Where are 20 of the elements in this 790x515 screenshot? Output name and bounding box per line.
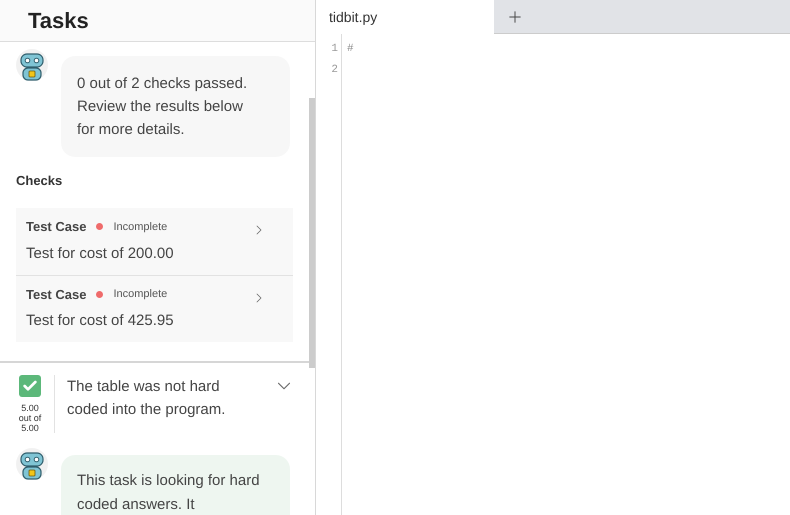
line-number: 2 (330, 63, 339, 78)
file-tab[interactable]: tidbit.py (316, 0, 494, 34)
check-label: Test Case (26, 286, 86, 304)
rubric-text: The table was not hard coded into the program. (67, 377, 226, 420)
code-line: # (347, 42, 354, 57)
feedback-message: 0 out of 2 checks passed. Review the results below for more details. (77, 74, 248, 140)
robot-avatar-icon (16, 447, 48, 481)
check-label: Test Case (26, 218, 86, 236)
check-row[interactable]: Test Case Incomplete Test for cost of 200.00 (16, 208, 293, 274)
hint-message: This task is looking for hard coded answers. It (77, 471, 260, 515)
line-number: 1 (330, 42, 339, 57)
check-row[interactable]: Test Case Incomplete Test for cost of 425.95 (16, 274, 293, 342)
status-label: Incomplete (113, 220, 168, 234)
checks-heading: Checks (16, 172, 64, 190)
check-description: Test for cost of 425.95 (26, 311, 174, 331)
panel-title: Tasks (28, 7, 89, 35)
status-label: Incomplete (113, 287, 168, 302)
check-description: Test for cost of 200.00 (26, 244, 174, 264)
score-label: 5.00 out of 5.00 (18, 403, 42, 433)
robot-avatar-icon (16, 48, 48, 82)
